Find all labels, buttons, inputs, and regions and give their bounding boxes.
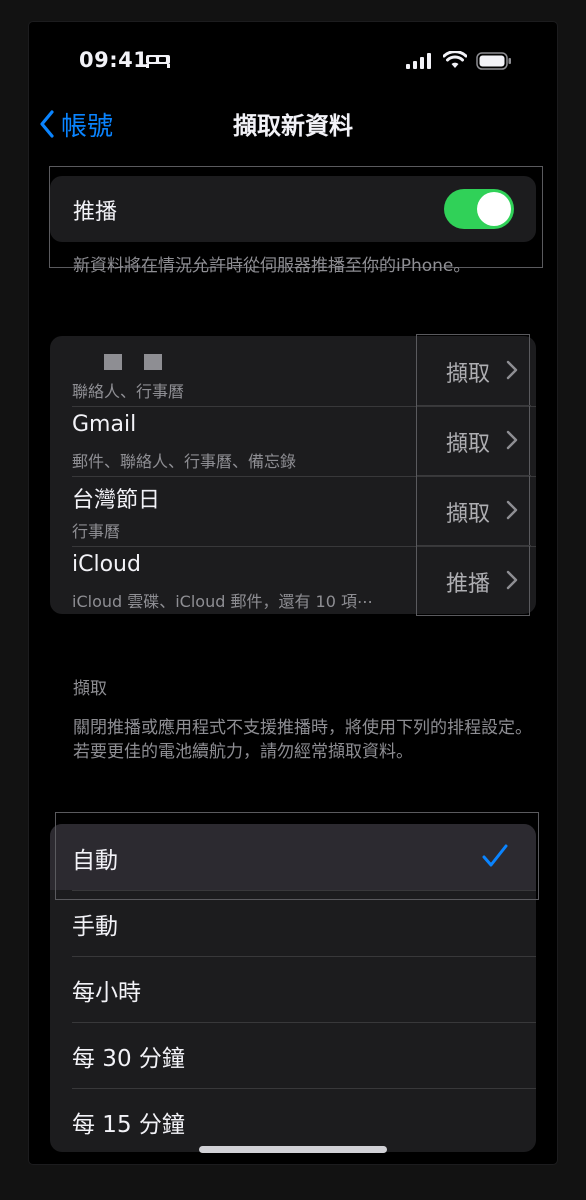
redacted-name [104, 354, 122, 370]
checkmark-icon [482, 844, 508, 867]
schedule-option-manual[interactable]: 手動 [50, 890, 536, 956]
fetch-description: 關閉推播或應用程式不支援推播時，將使用下列的排程設定。若要更佳的電池續航力，請勿… [73, 718, 532, 762]
wifi-icon [443, 51, 467, 68]
accounts-list: 聯絡人、行事曆 擷取 Gmail 郵件、聯絡人、行事曆、備忘錄 擷取 台灣節日 … [50, 336, 536, 614]
account-value: 擷取 [445, 432, 490, 457]
account-value: 擷取 [445, 362, 490, 387]
account-detail: 聯絡人、行事曆 [72, 382, 185, 401]
push-row: 推播 [50, 176, 536, 242]
chevron-right-icon [506, 570, 518, 590]
schedule-option-15min[interactable]: 每 15 分鐘 [50, 1088, 536, 1152]
home-indicator[interactable] [199, 1146, 387, 1153]
page-title: 擷取新資料 [233, 112, 353, 140]
schedule-option-hourly[interactable]: 每小時 [50, 956, 536, 1022]
account-row[interactable]: 聯絡人、行事曆 擷取 [50, 336, 536, 406]
schedule-option-30min[interactable]: 每 30 分鐘 [50, 1022, 536, 1088]
account-name: 台灣節日 [72, 488, 161, 513]
chevron-right-icon [506, 360, 518, 380]
account-row-holidays[interactable]: 台灣節日 行事曆 擷取 [50, 476, 536, 546]
fetch-section-header: 擷取 [73, 679, 107, 699]
signal-icon [406, 53, 431, 69]
push-label: 推播 [73, 200, 118, 225]
bed-icon [146, 55, 170, 68]
account-detail: 行事曆 [72, 522, 121, 541]
account-name: Gmail [72, 412, 137, 437]
option-label: 每小時 [72, 980, 141, 1006]
account-detail: iCloud 雲碟、iCloud 郵件，還有 10 項⋯ [72, 592, 374, 611]
battery-icon [476, 52, 511, 70]
option-label: 每 15 分鐘 [72, 1112, 185, 1138]
schedule-option-auto[interactable]: 自動 [50, 824, 536, 890]
account-name: iCloud [72, 552, 141, 577]
option-label: 手動 [72, 914, 118, 940]
redacted-name [144, 354, 162, 370]
account-row-gmail[interactable]: Gmail 郵件、聯絡人、行事曆、備忘錄 擷取 [50, 406, 536, 476]
account-detail: 郵件、聯絡人、行事曆、備忘錄 [72, 452, 297, 471]
schedule-list: 自動 手動 每小時 每 30 分鐘 每 15 分鐘 [50, 824, 536, 1152]
account-value: 推播 [445, 572, 490, 597]
toggle-knob [477, 192, 511, 226]
chevron-right-icon [506, 500, 518, 520]
option-label: 自動 [72, 848, 118, 874]
account-value: 擷取 [445, 502, 490, 527]
push-footer: 新資料將在情況允許時從伺服器推播至你的iPhone。 [73, 256, 471, 276]
chevron-right-icon [506, 430, 518, 450]
option-label: 每 30 分鐘 [72, 1046, 185, 1072]
push-toggle[interactable] [444, 189, 514, 229]
account-row-icloud[interactable]: iCloud iCloud 雲碟、iCloud 郵件，還有 10 項⋯ 推播 [50, 546, 536, 614]
phone-screen: 09:41 帳號 擷取新資料 推播 新資料將在情況允許時從伺服器推播至你的iPh… [29, 22, 557, 1164]
status-time: 09:41 [79, 48, 149, 72]
